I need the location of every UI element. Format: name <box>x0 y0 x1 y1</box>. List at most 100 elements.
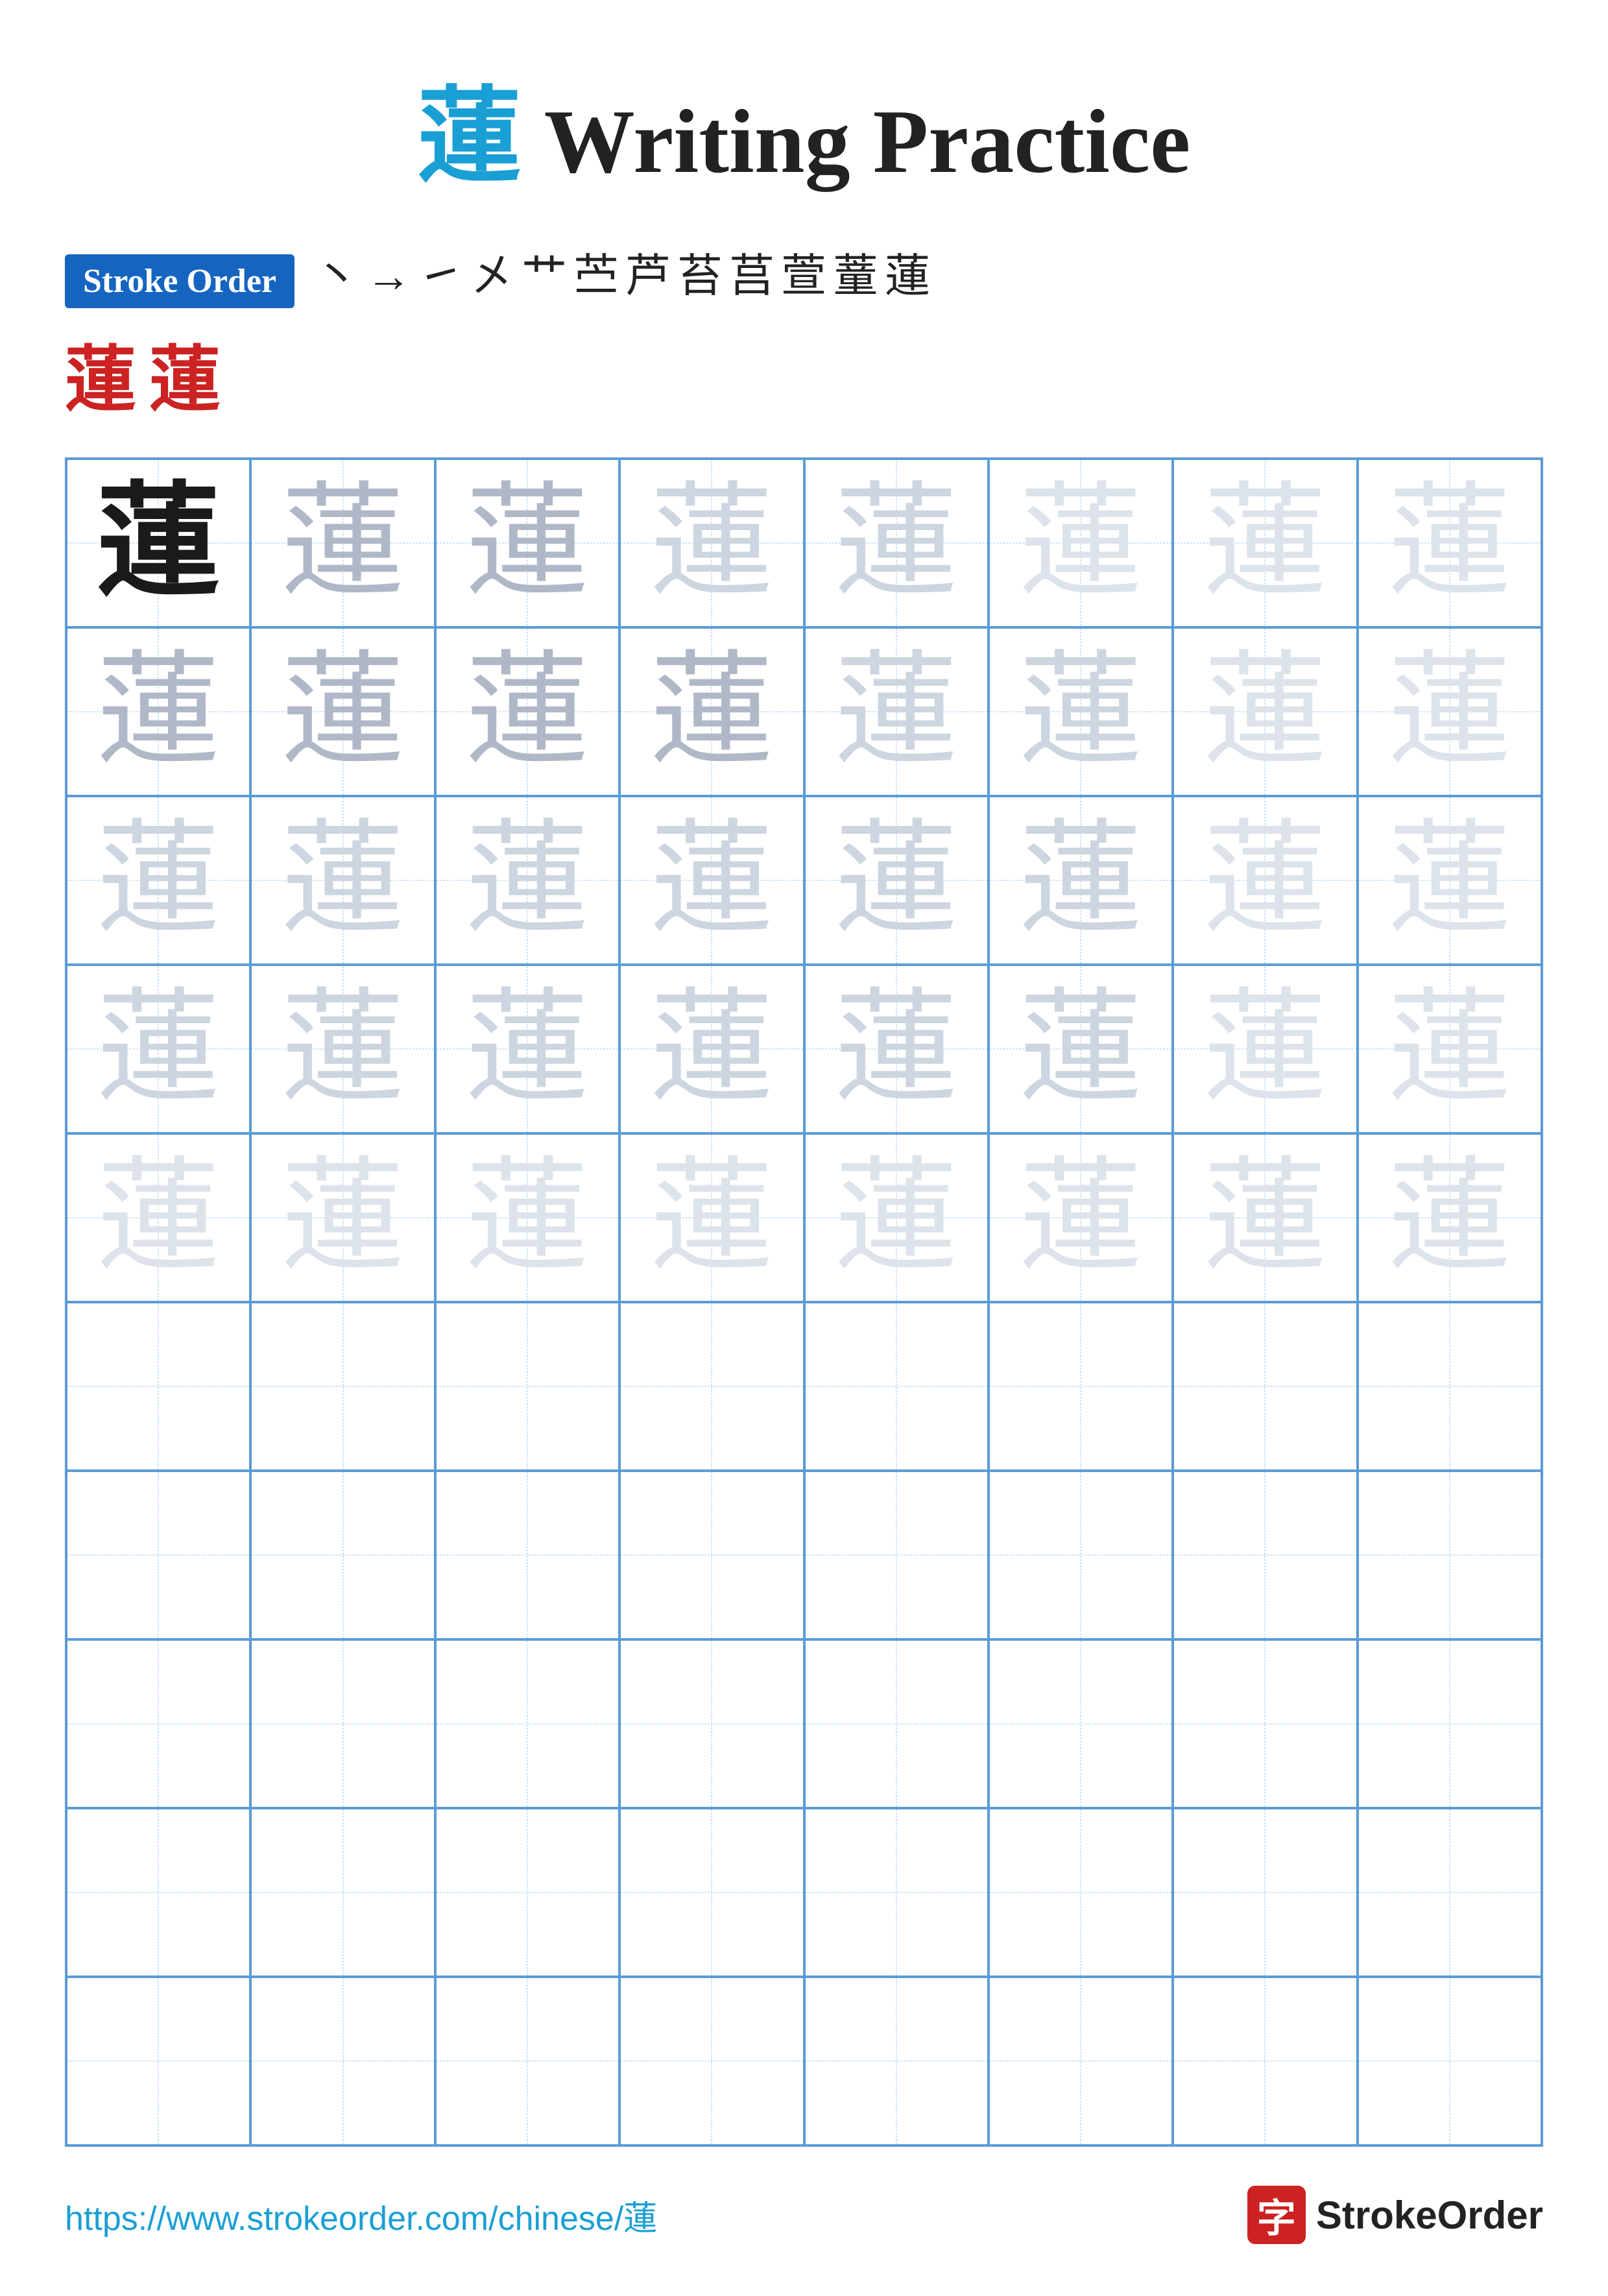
grid-cell-r6c3[interactable] <box>435 1302 619 1471</box>
grid-cell-r1c2[interactable]: 蓮 <box>250 459 435 627</box>
grid-cell-r1c7[interactable]: 蓮 <box>1173 459 1357 627</box>
grid-cell-r5c5[interactable]: 蓮 <box>804 1133 989 1302</box>
grid-cell-r3c1[interactable]: 蓮 <box>66 796 250 965</box>
grid-cell-r3c3[interactable]: 蓮 <box>435 796 619 965</box>
grid-cell-r9c7[interactable] <box>1173 1808 1357 1977</box>
grid-cell-r8c5[interactable] <box>804 1639 989 1808</box>
grid-cell-r5c4[interactable]: 蓮 <box>619 1133 804 1302</box>
grid-cell-r1c4[interactable]: 蓮 <box>619 459 804 627</box>
grid-cell-r9c3[interactable] <box>435 1808 619 1977</box>
grid-cell-r1c6[interactable]: 蓮 <box>989 459 1173 627</box>
grid-cell-r7c8[interactable] <box>1358 1471 1542 1639</box>
grid-cell-r7c1[interactable] <box>66 1471 250 1639</box>
grid-cell-r1c1[interactable]: 蓮 <box>66 459 250 627</box>
footer-logo: 字 StrokeOrder <box>1247 2186 1543 2244</box>
grid-cell-r9c8[interactable] <box>1358 1808 1542 1977</box>
grid-cell-r10c3[interactable] <box>435 1977 619 2145</box>
grid-cell-r4c7[interactable]: 蓮 <box>1173 965 1357 1133</box>
grid-cell-r7c5[interactable] <box>804 1471 989 1639</box>
grid-cell-r8c4[interactable] <box>619 1639 804 1808</box>
stroke-char-10: 萱 <box>781 254 826 300</box>
grid-cell-r7c6[interactable] <box>989 1471 1173 1639</box>
grid-cell-r10c2[interactable] <box>250 1977 435 2145</box>
grid-cell-r4c4[interactable]: 蓮 <box>619 965 804 1133</box>
practice-char: 蓮 <box>1388 650 1511 773</box>
grid-cell-r6c5[interactable] <box>804 1302 989 1471</box>
stroke-char-6: 苎 <box>573 254 619 300</box>
grid-cell-r5c1[interactable]: 蓮 <box>66 1133 250 1302</box>
practice-char: 蓮 <box>1388 987 1511 1111</box>
grid-cell-r5c6[interactable]: 蓮 <box>989 1133 1173 1302</box>
grid-cell-r2c5[interactable]: 蓮 <box>804 627 989 796</box>
practice-char: 蓮 <box>1388 819 1511 942</box>
stroke-order-section: Stroke Order 丶 → ㇀ 㐅 艹 苎 芦 苔 莒 萱 蕫 蓮 <box>65 254 1543 308</box>
grid-cell-r3c7[interactable]: 蓮 <box>1173 796 1357 965</box>
grid-cell-r6c6[interactable] <box>989 1302 1173 1471</box>
grid-cell-r10c8[interactable] <box>1358 1977 1542 2145</box>
grid-cell-r5c7[interactable]: 蓮 <box>1173 1133 1357 1302</box>
grid-cell-r2c2[interactable]: 蓮 <box>250 627 435 796</box>
grid-cell-r7c7[interactable] <box>1173 1471 1357 1639</box>
grid-cell-r1c8[interactable]: 蓮 <box>1358 459 1542 627</box>
grid-cell-r8c7[interactable] <box>1173 1639 1357 1808</box>
grid-cell-r5c2[interactable]: 蓮 <box>250 1133 435 1302</box>
stroke-char-2: → <box>366 254 411 300</box>
grid-cell-r8c3[interactable] <box>435 1639 619 1808</box>
grid-cell-r6c1[interactable] <box>66 1302 250 1471</box>
grid-cell-r9c4[interactable] <box>619 1808 804 1977</box>
grid-cell-r4c5[interactable]: 蓮 <box>804 965 989 1133</box>
practice-char: 蓮 <box>1019 481 1142 605</box>
grid-cell-r4c2[interactable]: 蓮 <box>250 965 435 1133</box>
grid-cell-r2c6[interactable]: 蓮 <box>989 627 1173 796</box>
grid-cell-r3c5[interactable]: 蓮 <box>804 796 989 965</box>
grid-cell-r8c2[interactable] <box>250 1639 435 1808</box>
grid-cell-r8c8[interactable] <box>1358 1639 1542 1808</box>
grid-cell-r2c1[interactable]: 蓮 <box>66 627 250 796</box>
grid-cell-r4c3[interactable]: 蓮 <box>435 965 619 1133</box>
grid-cell-r6c8[interactable] <box>1358 1302 1542 1471</box>
stroke-char-4: 㐅 <box>470 254 515 300</box>
grid-cell-r9c6[interactable] <box>989 1808 1173 1977</box>
grid-cell-r2c4[interactable]: 蓮 <box>619 627 804 796</box>
grid-cell-r6c2[interactable] <box>250 1302 435 1471</box>
grid-cell-r7c4[interactable] <box>619 1471 804 1639</box>
practice-char: 蓮 <box>1388 481 1511 605</box>
stroke-char-12: 蓮 <box>885 254 930 300</box>
red-char-1: 蓮 <box>65 321 136 425</box>
practice-char: 蓮 <box>1203 987 1326 1111</box>
practice-char: 蓮 <box>1019 987 1142 1111</box>
grid-cell-r9c5[interactable] <box>804 1808 989 1977</box>
stroke-char-9: 莒 <box>729 254 774 300</box>
stroke-char-3: ㇀ <box>418 254 463 300</box>
grid-cell-r4c6[interactable]: 蓮 <box>989 965 1173 1133</box>
grid-cell-r1c3[interactable]: 蓮 <box>435 459 619 627</box>
grid-cell-r3c4[interactable]: 蓮 <box>619 796 804 965</box>
grid-cell-r8c6[interactable] <box>989 1639 1173 1808</box>
grid-cell-r2c7[interactable]: 蓮 <box>1173 627 1357 796</box>
grid-cell-r4c1[interactable]: 蓮 <box>66 965 250 1133</box>
grid-cell-r2c3[interactable]: 蓮 <box>435 627 619 796</box>
grid-cell-r5c8[interactable]: 蓮 <box>1358 1133 1542 1302</box>
grid-cell-r10c1[interactable] <box>66 1977 250 2145</box>
stroke-order-badge: Stroke Order <box>65 254 294 308</box>
grid-cell-r1c5[interactable]: 蓮 <box>804 459 989 627</box>
footer-url[interactable]: https://www.strokeorder.com/chinese/蓮 <box>65 2191 657 2240</box>
grid-cell-r5c3[interactable]: 蓮 <box>435 1133 619 1302</box>
grid-cell-r3c8[interactable]: 蓮 <box>1358 796 1542 965</box>
grid-cell-r4c8[interactable]: 蓮 <box>1358 965 1542 1133</box>
grid-cell-r9c2[interactable] <box>250 1808 435 1977</box>
grid-cell-r2c8[interactable]: 蓮 <box>1358 627 1542 796</box>
grid-cell-r7c3[interactable] <box>435 1471 619 1639</box>
grid-cell-r10c6[interactable] <box>989 1977 1173 2145</box>
grid-cell-r9c1[interactable] <box>66 1808 250 1977</box>
grid-cell-r10c5[interactable] <box>804 1977 989 2145</box>
practice-char: 蓮 <box>1203 819 1326 942</box>
grid-cell-r3c2[interactable]: 蓮 <box>250 796 435 965</box>
grid-cell-r7c2[interactable] <box>250 1471 435 1639</box>
grid-cell-r6c4[interactable] <box>619 1302 804 1471</box>
grid-cell-r10c4[interactable] <box>619 1977 804 2145</box>
grid-cell-r3c6[interactable]: 蓮 <box>989 796 1173 965</box>
grid-cell-r10c7[interactable] <box>1173 1977 1357 2145</box>
grid-cell-r8c1[interactable] <box>66 1639 250 1808</box>
grid-cell-r6c7[interactable] <box>1173 1302 1357 1471</box>
